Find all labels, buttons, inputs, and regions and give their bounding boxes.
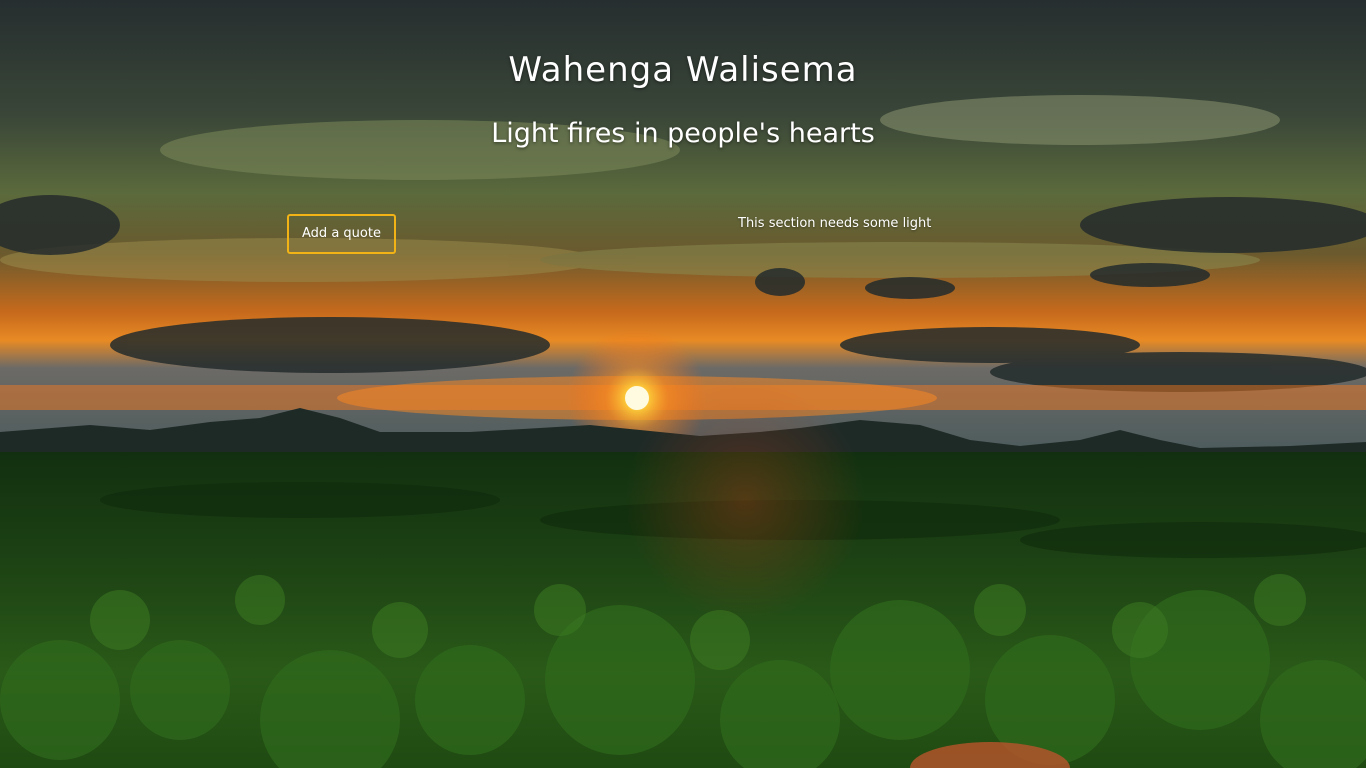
add-quote-button[interactable]: Add a quote xyxy=(287,214,396,254)
site-tagline: Light fires in people's hearts xyxy=(491,118,875,149)
site-title: Wahenga Walisema xyxy=(508,50,858,90)
section-placeholder-text: This section needs some light xyxy=(738,216,932,231)
sunset-landscape-background xyxy=(0,0,1366,768)
